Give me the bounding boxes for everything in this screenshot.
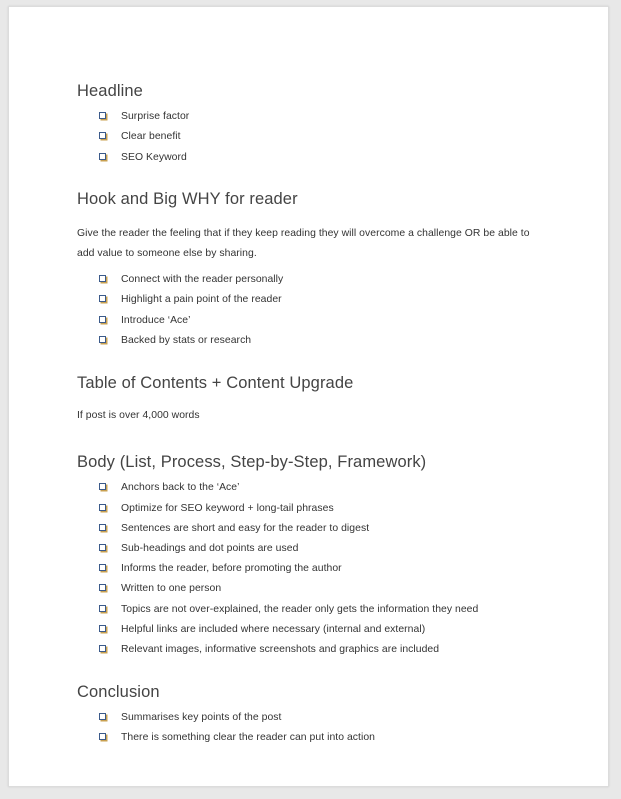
document-content: Headline Surprise factor Clear benefit S… <box>77 81 568 744</box>
shadowed-white-square-icon <box>99 132 108 141</box>
shadowed-white-square-icon <box>99 645 108 654</box>
document-page: Headline Surprise factor Clear benefit S… <box>8 6 609 787</box>
list-item-label: Written to one person <box>121 583 222 595</box>
list-item-label: Clear benefit <box>121 131 181 143</box>
shadowed-white-square-icon <box>99 713 108 722</box>
shadowed-white-square-icon <box>99 112 108 121</box>
checklist-hook: Connect with the reader personally Highl… <box>77 274 568 347</box>
list-item[interactable]: Highlight a pain point of the reader <box>99 294 568 306</box>
list-item-label: Sentences are short and easy for the rea… <box>121 522 370 534</box>
shadowed-white-square-icon <box>99 483 108 492</box>
list-item-label: Optimize for SEO keyword + long-tail phr… <box>121 502 334 514</box>
list-item[interactable]: Backed by stats or research <box>99 334 568 347</box>
document-section-hook: Hook and Big WHY for reader Give the rea… <box>77 189 568 346</box>
list-item[interactable]: Topics are not over-explained, the reade… <box>99 603 568 616</box>
section-paragraph: If post is over 4,000 words <box>77 409 200 421</box>
section-heading: Body (List, Process, Step-by-Step, Frame… <box>77 453 427 472</box>
checklist-conclusion: Summarises key points of the post There … <box>77 712 568 744</box>
section-heading: Table of Contents + Content Upgrade <box>77 373 354 392</box>
list-item[interactable]: Informs the reader, before promoting the… <box>99 563 568 575</box>
checklist-body: Anchors back to the ‘Ace’ Optimize for S… <box>77 482 568 656</box>
list-item[interactable]: There is something clear the reader can … <box>99 732 568 744</box>
shadowed-white-square-icon <box>99 315 108 325</box>
checklist-headline: Surprise factor Clear benefit SEO Keywor… <box>77 111 568 164</box>
document-section-conclusion: Conclusion Summarises key points of the … <box>77 682 568 744</box>
list-item-label: Sub-headings and dot points are used <box>121 542 299 554</box>
document-section-headline: Headline Surprise factor Clear benefit S… <box>77 81 568 163</box>
list-item-label: SEO Keyword <box>121 151 187 163</box>
shadowed-white-square-icon <box>99 604 108 614</box>
list-item-label: There is something clear the reader can … <box>121 732 375 744</box>
shadowed-white-square-icon <box>99 295 108 304</box>
list-item-label: Anchors back to the ‘Ace’ <box>121 482 240 494</box>
list-item[interactable]: Connect with the reader personally <box>99 274 568 286</box>
shadowed-white-square-icon <box>99 523 108 533</box>
list-item-label: Helpful links are included where necessa… <box>121 623 426 635</box>
list-item-label: Topics are not over-explained, the reade… <box>121 603 479 615</box>
list-item-label: Surprise factor <box>121 111 190 123</box>
list-item-label: Summarises key points of the post <box>121 712 282 724</box>
section-heading: Conclusion <box>77 682 160 701</box>
list-item[interactable]: Anchors back to the ‘Ace’ <box>99 482 568 494</box>
document-section-toc: Table of Contents + Content Upgrade If p… <box>77 373 568 426</box>
shadowed-white-square-icon <box>99 733 108 742</box>
list-item[interactable]: Optimize for SEO keyword + long-tail phr… <box>99 502 568 515</box>
list-item-label: Relevant images, informative screenshots… <box>121 644 440 656</box>
section-heading: Hook and Big WHY for reader <box>77 190 298 209</box>
shadowed-white-square-icon <box>99 543 108 553</box>
list-item[interactable]: SEO Keyword <box>99 151 568 164</box>
list-item[interactable]: Written to one person <box>99 583 568 595</box>
shadowed-white-square-icon <box>99 152 108 162</box>
document-canvas: Headline Surprise factor Clear benefit S… <box>0 0 621 799</box>
list-item[interactable]: Relevant images, informative screenshots… <box>99 644 568 656</box>
list-item[interactable]: Sub-headings and dot points are used <box>99 542 568 555</box>
shadowed-white-square-icon <box>99 564 108 573</box>
list-item-label: Informs the reader, before promoting the… <box>121 563 342 575</box>
list-item[interactable]: Surprise factor <box>99 111 568 123</box>
shadowed-white-square-icon <box>99 584 108 593</box>
list-item-label: Connect with the reader personally <box>121 274 284 286</box>
section-paragraph: Give the reader the feeling that if they… <box>77 227 530 259</box>
document-section-body: Body (List, Process, Step-by-Step, Frame… <box>77 452 568 656</box>
section-heading: Headline <box>77 82 143 100</box>
list-item[interactable]: Sentences are short and easy for the rea… <box>99 522 568 535</box>
list-item-label: Introduce ‘Ace’ <box>121 314 191 326</box>
shadowed-white-square-icon <box>99 275 108 284</box>
list-item[interactable]: Clear benefit <box>99 131 568 143</box>
list-item[interactable]: Introduce ‘Ace’ <box>99 314 568 327</box>
list-item[interactable]: Summarises key points of the post <box>99 712 568 724</box>
list-item-label: Highlight a pain point of the reader <box>121 294 282 306</box>
shadowed-white-square-icon <box>99 503 108 513</box>
shadowed-white-square-icon <box>99 624 108 634</box>
list-item-label: Backed by stats or research <box>121 334 252 346</box>
list-item[interactable]: Helpful links are included where necessa… <box>99 623 568 636</box>
shadowed-white-square-icon <box>99 335 108 345</box>
